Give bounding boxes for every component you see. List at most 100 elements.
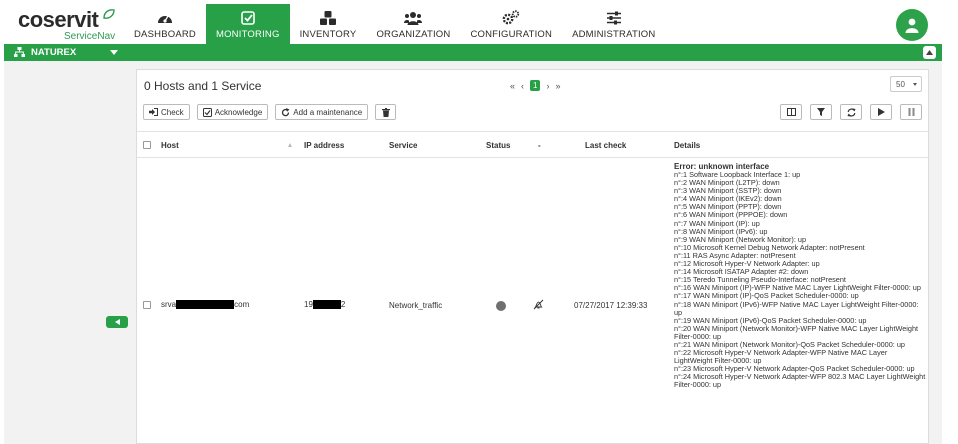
ip-cell: 19 2 — [304, 300, 346, 310]
details-line: n°:22 Microsoft Hyper-V Network Adapter-… — [674, 348, 888, 366]
redo-icon — [281, 107, 290, 117]
add-maintenance-button[interactable]: Add a maintenance — [275, 104, 369, 120]
top-navigation-bar: coservit ServiceNav DASHBOARD MONITORING — [0, 0, 958, 44]
left-sidebar — [4, 61, 135, 444]
nav-label: DASHBOARD — [134, 29, 196, 40]
coservit-logo[interactable]: coservit ServiceNav — [18, 7, 118, 43]
pause-button[interactable] — [900, 104, 922, 120]
host-cell[interactable]: srva com — [161, 300, 250, 310]
ip-suffix: 2 — [340, 300, 346, 309]
table-row[interactable]: srva com 19 2 Network_traffic 07/27/2017 1… — [137, 158, 928, 444]
details-line: n°:24 Microsoft Hyper-V Network Adapter-… — [674, 372, 926, 390]
row-checkbox[interactable] — [143, 301, 151, 309]
cubes-icon — [318, 9, 338, 27]
column-header-dash[interactable]: - — [538, 141, 541, 150]
column-header-service[interactable]: Service — [389, 141, 417, 150]
filter-icon — [817, 108, 825, 116]
nav-label: CONFIGURATION — [470, 29, 553, 40]
play-icon — [877, 108, 885, 116]
acknowledge-button[interactable]: Acknowledge — [196, 104, 269, 120]
nav-inventory[interactable]: INVENTORY — [290, 4, 367, 44]
host-name-suffix: com — [234, 300, 250, 309]
column-header-details[interactable]: Details — [674, 141, 700, 150]
nav-dashboard[interactable]: DASHBOARD — [124, 4, 206, 44]
check-square-icon — [202, 107, 212, 117]
notifications-disabled-icon — [533, 299, 544, 312]
delete-button[interactable] — [375, 104, 397, 120]
nav-label: ORGANIZATION — [376, 29, 451, 40]
sliders-icon — [604, 9, 624, 27]
refresh-icon — [847, 108, 855, 116]
page-next-button[interactable]: › — [546, 81, 549, 91]
pagination: « ‹ 1 › » — [507, 80, 563, 91]
filter-button[interactable] — [810, 104, 832, 120]
logo-sub-text: ServiceNav — [64, 31, 116, 42]
redacted-host — [176, 300, 235, 310]
nav-monitoring[interactable]: MONITORING — [205, 4, 290, 44]
action-toolbar: Check Acknowledge Add a maintenance — [143, 104, 403, 120]
details-line: n°:18 WAN Miniport (IPv6)-WFP Native MAC… — [674, 299, 919, 317]
column-header-last-check[interactable]: Last check — [585, 141, 626, 150]
trash-icon — [381, 107, 390, 117]
page-current[interactable]: 1 — [530, 80, 541, 91]
page-first-button[interactable]: « — [510, 81, 515, 91]
checkbox-icon — [238, 9, 258, 27]
refresh-button[interactable] — [840, 104, 862, 120]
main-content: 0 Hosts and 1 Service « ‹ 1 › » 50 Check — [135, 61, 942, 444]
site-selector-value: NATUREX — [31, 47, 77, 58]
host-name-prefix: srva — [161, 300, 177, 309]
sign-in-icon — [149, 108, 158, 117]
pause-icon — [908, 108, 914, 116]
leaf-icon — [103, 9, 115, 19]
add-maintenance-label: Add a maintenance — [293, 107, 363, 117]
column-header-ip[interactable]: IP address — [304, 141, 344, 150]
caret-up-icon — [926, 50, 933, 55]
service-cell[interactable]: Network_traffic — [389, 301, 442, 310]
main-nav: DASHBOARD MONITORING INVENTORY ORGANIZAT… — [124, 4, 665, 44]
logo-main-text: coservit — [18, 7, 99, 32]
check-button[interactable]: Check — [143, 104, 190, 120]
nav-label: MONITORING — [215, 29, 280, 40]
app-window: coservit ServiceNav DASHBOARD MONITORING — [0, 0, 958, 444]
user-avatar-button[interactable] — [896, 9, 928, 41]
sitemap-icon — [14, 47, 25, 57]
service-list-panel: 0 Hosts and 1 Service « ‹ 1 › » 50 Check — [136, 69, 929, 444]
page-last-button[interactable]: » — [555, 81, 560, 91]
check-label: Check — [161, 107, 184, 117]
nav-label: ADMINISTRATION — [572, 29, 656, 40]
caret-down-icon[interactable] — [110, 50, 118, 55]
columns-icon — [786, 108, 796, 116]
table-header: Host IP address Service Status - Last ch… — [137, 131, 928, 158]
nav-organization[interactable]: ORGANIZATION — [366, 4, 460, 44]
status-indicator — [496, 301, 506, 311]
collapse-header-button[interactable] — [923, 46, 936, 59]
page-prev-button[interactable]: ‹ — [521, 81, 524, 91]
sidebar-toggle-button[interactable] — [106, 316, 128, 328]
nav-configuration[interactable]: CONFIGURATION — [460, 4, 562, 44]
view-tools — [772, 104, 922, 120]
play-button[interactable] — [870, 104, 892, 120]
details-cell: Error: unknown interface n°:1 Software L… — [674, 162, 926, 390]
users-icon — [403, 9, 423, 27]
select-all-checkbox[interactable] — [143, 141, 151, 149]
sort-asc-icon[interactable] — [288, 143, 292, 147]
dashboard-gauge-icon — [155, 9, 175, 27]
nav-administration[interactable]: ADMINISTRATION — [562, 4, 665, 44]
cogs-icon — [501, 9, 521, 27]
ip-prefix: 19 — [304, 300, 313, 309]
redacted-ip — [312, 300, 341, 310]
column-header-host[interactable]: Host — [161, 141, 179, 150]
caret-left-icon — [114, 319, 120, 325]
per-page-value: 50 — [896, 79, 905, 89]
details-line: n°:20 WAN Miniport (Network Monitor)-WFP… — [674, 323, 919, 341]
nav-label: INVENTORY — [299, 29, 357, 40]
site-selector[interactable]: NATUREX — [14, 44, 76, 61]
caret-down-icon — [913, 83, 917, 86]
columns-button[interactable] — [780, 104, 802, 120]
site-bar: NATUREX — [4, 44, 942, 61]
per-page-select[interactable]: 50 — [890, 76, 922, 92]
last-check-cell: 07/27/2017 12:39:33 — [574, 301, 648, 310]
panel-title: 0 Hosts and 1 Service — [144, 79, 262, 93]
column-header-status[interactable]: Status — [486, 141, 510, 150]
acknowledge-label: Acknowledge — [214, 107, 263, 117]
